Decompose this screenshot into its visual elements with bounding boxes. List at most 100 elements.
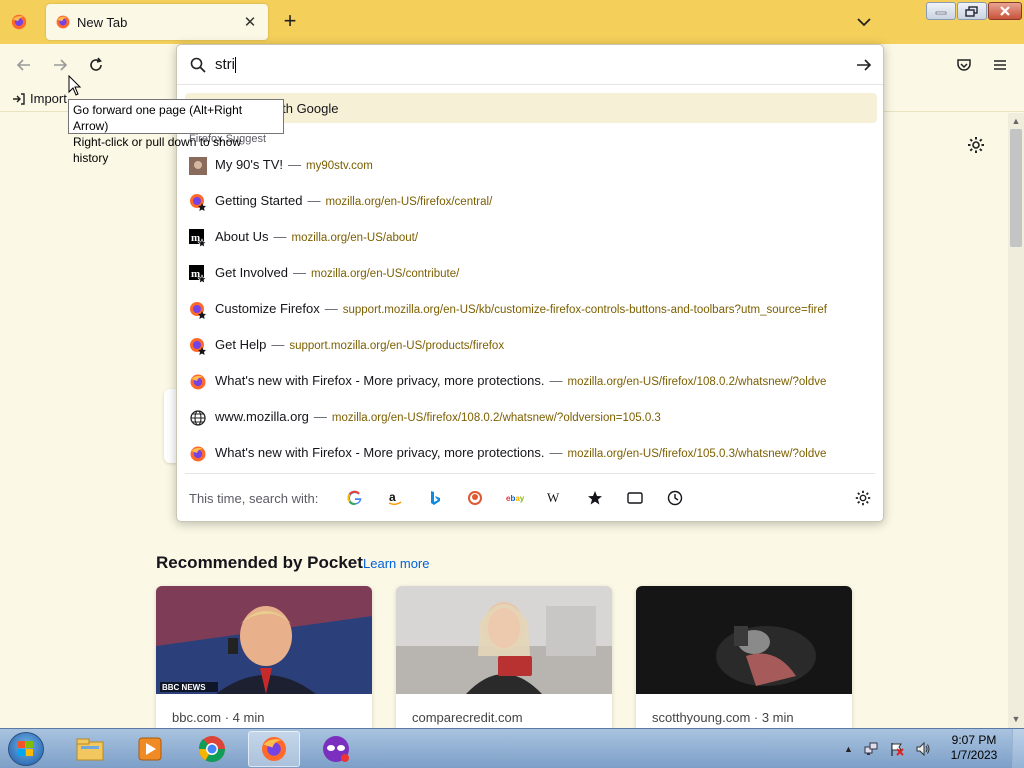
suggestion-title: What's new with Firefox - More privacy, … (215, 445, 545, 460)
clock[interactable]: 9:07 PM 1/7/2023 (948, 733, 1000, 763)
firefox-icon (190, 446, 206, 462)
volume-icon[interactable] (915, 741, 931, 757)
go-arrow-icon[interactable] (855, 56, 873, 74)
taskbar-explorer[interactable] (64, 731, 116, 767)
firefox-icon (56, 15, 70, 29)
firefox-menu-icon[interactable] (10, 13, 28, 31)
taskbar-firefox[interactable] (248, 731, 300, 767)
pocket-button[interactable] (953, 54, 975, 76)
bing-icon[interactable] (426, 489, 444, 507)
tab-new-tab[interactable]: New Tab ✕ (46, 4, 268, 40)
suggestion-title: What's new with Firefox - More privacy, … (215, 373, 545, 388)
clock-date: 1/7/2023 (950, 748, 998, 762)
suggestion-row[interactable]: Customize Firefox — support.mozilla.org/en… (177, 291, 883, 327)
duckduckgo-icon[interactable] (466, 489, 484, 507)
import-icon (13, 92, 25, 105)
tooltip-line: Right-click or pull down to show history (73, 135, 242, 165)
address-bar[interactable]: stri (177, 45, 883, 85)
article-image (636, 586, 852, 694)
firefox-icon (190, 374, 206, 390)
start-button[interactable] (8, 732, 44, 766)
gear-icon[interactable] (966, 135, 986, 155)
hamburger-menu-icon (994, 60, 1006, 70)
firefox-bookmark-icon (190, 338, 206, 355)
back-icon (16, 59, 30, 71)
show-desktop-button[interactable] (1012, 729, 1024, 768)
suggestion-row[interactable]: What's new with Firefox - More privacy, … (177, 363, 883, 399)
one-off-search-bar: This time, search with: a ebay W (177, 477, 883, 521)
forward-button[interactable] (49, 54, 71, 76)
taskbar-app[interactable] (310, 731, 362, 767)
reload-icon (90, 57, 102, 71)
chrome-icon (198, 736, 226, 763)
ebay-icon[interactable]: ebay (506, 489, 524, 507)
article-image (396, 586, 612, 694)
search-with-google-row[interactable]: h with Google (185, 93, 877, 123)
scroll-down-icon[interactable]: ▼ (1011, 714, 1021, 724)
suggestion-url: mozilla.org/en-US/firefox/108.0.2/whatsn… (331, 412, 661, 424)
scroll-up-icon[interactable]: ▲ (1011, 116, 1021, 126)
suggestion-row[interactable]: www.mozilla.org — mozilla.org/en-US/firefo… (177, 399, 883, 435)
close-icon[interactable]: ✕ (240, 12, 260, 32)
firefox-bookmark-icon (190, 194, 206, 211)
suggestion-url: mozilla.org/en-US/firefox/105.0.3/whatsn… (567, 448, 827, 460)
minimize-button[interactable] (926, 2, 956, 20)
page-scrollbar[interactable]: ▲ ▼ (1008, 113, 1024, 728)
amazon-icon[interactable]: a (386, 489, 404, 507)
learn-more-link[interactable]: Learn more (363, 556, 429, 571)
suggestion-row[interactable]: What's new with Firefox - More privacy, … (177, 435, 883, 471)
chevron-down-icon[interactable] (854, 12, 874, 32)
pocket-card[interactable]: scotthyoung.com · 3 min (636, 586, 852, 736)
taskbar-chrome[interactable] (186, 731, 238, 767)
suggestion-row[interactable]: My 90's TV! — my90stv.com (177, 147, 883, 183)
maximize-button[interactable] (957, 2, 987, 20)
back-button[interactable] (13, 54, 35, 76)
pocket-icon (957, 59, 971, 71)
pocket-card[interactable]: comparecredit.com (396, 586, 612, 736)
action-center-flag-icon[interactable] (889, 741, 905, 757)
suggestion-row[interactable]: m About Us — mozilla.org/en-US/about/ (177, 219, 883, 255)
mozilla-bookmark-icon: m (189, 229, 207, 247)
address-input[interactable]: stri (215, 56, 815, 74)
import-bookmarks-button[interactable]: Import (12, 91, 67, 106)
import-label: Import (30, 91, 67, 106)
suggestion-row[interactable]: Getting Started — mozilla.org/en-US/firefo… (177, 183, 883, 219)
text-caret (235, 57, 236, 74)
reload-button[interactable] (85, 54, 107, 76)
suggestion-title: Get Help (215, 337, 267, 352)
gear-icon[interactable] (854, 489, 872, 507)
scrollbar-thumb[interactable] (1010, 129, 1022, 247)
search-icon (190, 57, 206, 73)
new-tab-button[interactable]: + (278, 10, 302, 34)
wikipedia-icon[interactable]: W (546, 489, 564, 507)
close-window-button[interactable] (988, 2, 1022, 20)
suggestion-title: Getting Started (215, 193, 303, 208)
svg-text:W: W (547, 490, 560, 505)
pocket-card[interactable]: BBC NEWS bbc.com · 4 min (156, 586, 372, 736)
tabs-icon[interactable] (626, 489, 644, 507)
show-hidden-icons-icon[interactable]: ▲ (844, 744, 853, 754)
history-icon[interactable] (666, 489, 684, 507)
article-image: BBC NEWS (156, 586, 372, 694)
search-with-label: This time, search with: (189, 491, 319, 506)
bbc-news-logo: BBC NEWS (162, 683, 206, 692)
svg-text:ebay: ebay (506, 494, 524, 503)
suggestion-row[interactable]: m Get Involved — mozilla.org/en-US/contrib… (177, 255, 883, 291)
mouse-cursor-icon (68, 75, 82, 96)
system-tray: ▲ (844, 741, 931, 757)
typed-text: stri (215, 56, 235, 73)
menu-button[interactable] (989, 54, 1011, 76)
pocket-heading: Recommended by Pocket (156, 553, 363, 572)
suggestion-title: Customize Firefox (215, 301, 320, 316)
svg-text:a: a (389, 490, 396, 504)
suggestion-row[interactable]: Get Help — support.mozilla.org/en-US/produ… (177, 327, 883, 363)
taskbar-media-player[interactable] (124, 731, 176, 767)
network-icon[interactable] (863, 741, 879, 757)
media-player-icon (138, 737, 162, 761)
suggestion-title: About Us (215, 229, 269, 244)
windows-taskbar: ▲ 9:07 PM 1/7/2023 (0, 728, 1024, 768)
suggestion-title: Get Involved (215, 265, 288, 280)
bookmarks-star-icon[interactable] (586, 489, 604, 507)
google-icon[interactable] (346, 489, 364, 507)
divider (185, 473, 875, 474)
